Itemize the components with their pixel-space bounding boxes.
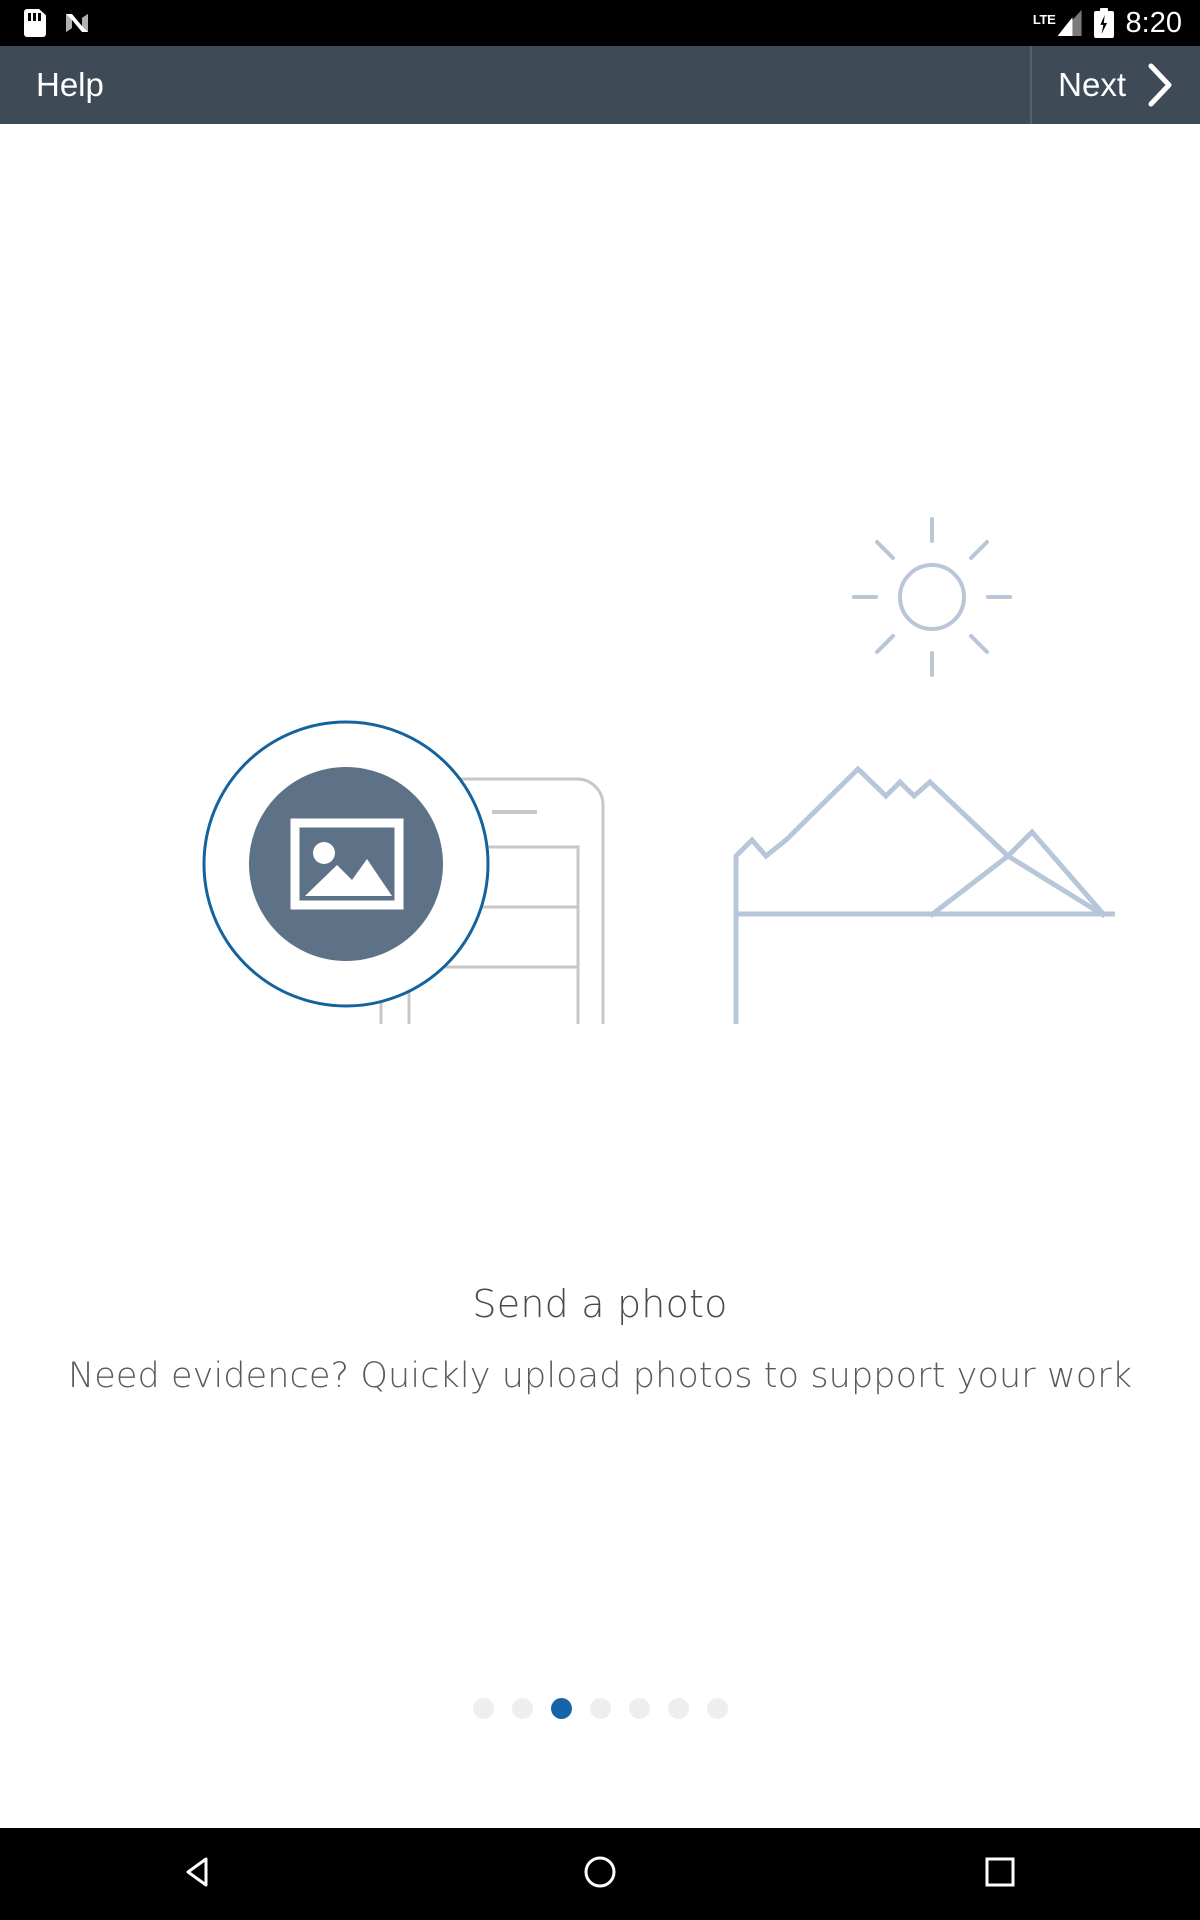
chevron-right-icon bbox=[1146, 62, 1174, 108]
photo-badge-disc bbox=[249, 767, 443, 961]
sd-card-icon bbox=[24, 9, 46, 37]
pagination-dot-6[interactable] bbox=[667, 1698, 689, 1719]
home-button[interactable] bbox=[540, 1828, 660, 1920]
next-button-label: Next bbox=[1058, 66, 1126, 103]
app-bar-title: Help bbox=[36, 66, 104, 103]
lte-label: LTE bbox=[1032, 12, 1056, 27]
pagination-dot-1[interactable] bbox=[472, 1698, 494, 1719]
nfc-icon bbox=[64, 10, 90, 36]
status-bar-left bbox=[24, 9, 90, 37]
page-title: Send a photo bbox=[472, 1282, 728, 1326]
status-bar-clock: 8:20 bbox=[1125, 6, 1182, 39]
status-bar-right: LTE 8:20 bbox=[1033, 8, 1182, 38]
android-navigation-bar bbox=[0, 1828, 1200, 1920]
sun-icon bbox=[852, 517, 1012, 677]
onboarding-content: Send a photo Need evidence? Quickly uplo… bbox=[0, 124, 1200, 1828]
recents-square-icon bbox=[980, 1852, 1020, 1896]
mountains-icon bbox=[733, 765, 1115, 1024]
pagination-dot-2[interactable] bbox=[511, 1698, 533, 1719]
signal-triangle-icon bbox=[1057, 10, 1082, 36]
next-button[interactable]: Next bbox=[1030, 46, 1200, 124]
phone-screen: LTE 8:20 Help Next Send a photo Need evi… bbox=[0, 0, 1200, 1920]
pagination-dot-7[interactable] bbox=[706, 1698, 728, 1719]
status-bar: LTE 8:20 bbox=[0, 0, 1200, 46]
page-subtitle: Need evidence? Quickly upload photos to … bbox=[67, 1356, 1133, 1396]
pagination-dot-4[interactable] bbox=[589, 1698, 611, 1719]
app-bar: Help Next bbox=[0, 46, 1200, 124]
pagination-dot-3[interactable] bbox=[550, 1698, 572, 1719]
battery-charging-icon bbox=[1093, 8, 1114, 38]
signal-group: LTE bbox=[1033, 10, 1082, 36]
back-button[interactable] bbox=[140, 1828, 260, 1920]
pagination-dot-5[interactable] bbox=[628, 1698, 650, 1719]
send-a-photo-illustration bbox=[0, 404, 1200, 1024]
pagination-dots bbox=[0, 1698, 1200, 1719]
back-triangle-icon bbox=[180, 1852, 220, 1896]
recents-button[interactable] bbox=[940, 1828, 1060, 1920]
home-circle-icon bbox=[580, 1852, 620, 1896]
